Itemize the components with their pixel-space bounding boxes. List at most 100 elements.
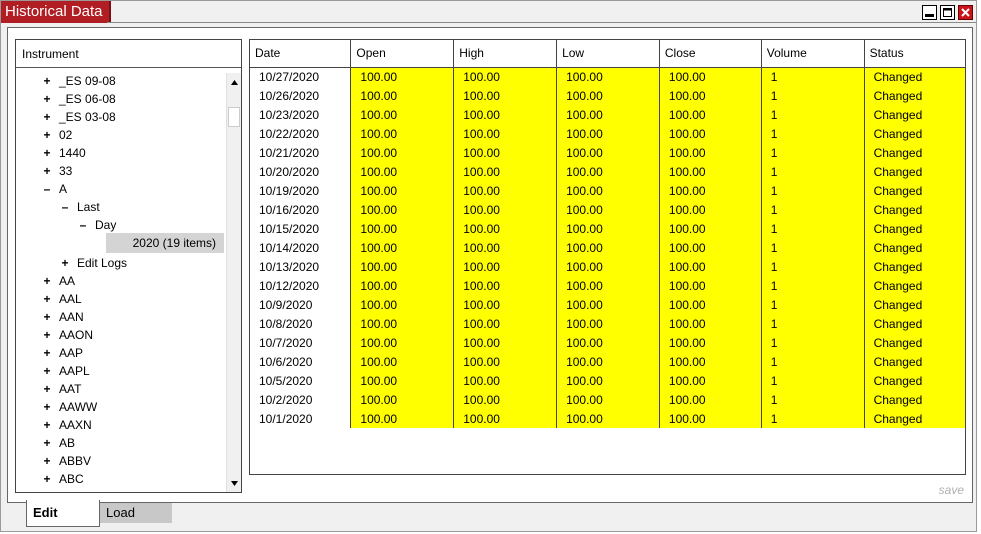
cell-volume[interactable]: 1 bbox=[760, 238, 865, 257]
tab-load[interactable]: Load bbox=[100, 503, 172, 523]
cell-status[interactable]: Changed bbox=[863, 200, 965, 219]
cell-status[interactable]: Changed bbox=[863, 257, 965, 276]
cell-status[interactable]: Changed bbox=[863, 390, 965, 409]
cell-low[interactable]: 100.00 bbox=[556, 276, 660, 295]
cell-low[interactable]: 100.00 bbox=[556, 371, 660, 390]
table-row[interactable]: 10/16/2020 100.00 100.00 100.00 100.00 1 Chang… bbox=[250, 200, 965, 219]
cell-date[interactable]: 10/19/2020 bbox=[250, 181, 351, 200]
cell-high[interactable]: 100.00 bbox=[453, 352, 557, 371]
expand-icon[interactable]: + bbox=[42, 162, 52, 180]
cell-close[interactable]: 100.00 bbox=[658, 295, 762, 314]
cell-close[interactable]: 100.00 bbox=[658, 162, 762, 181]
cell-status[interactable]: Changed bbox=[863, 86, 965, 105]
tab-edit[interactable]: Edit bbox=[26, 500, 100, 527]
expand-icon[interactable]: + bbox=[42, 434, 52, 452]
cell-close[interactable]: 100.00 bbox=[658, 124, 762, 143]
cell-low[interactable]: 100.00 bbox=[556, 219, 660, 238]
cell-close[interactable]: 100.00 bbox=[658, 390, 762, 409]
minimize-icon[interactable] bbox=[922, 5, 937, 20]
tree-item[interactable]: + AAPL bbox=[42, 362, 89, 380]
expand-icon[interactable]: + bbox=[42, 344, 52, 362]
table-row[interactable]: 10/13/2020 100.00 100.00 100.00 100.00 1 Chang… bbox=[250, 257, 965, 276]
expand-icon[interactable]: + bbox=[42, 326, 52, 344]
table-row[interactable]: 10/8/2020 100.00 100.00 100.00 100.00 1 Change… bbox=[250, 314, 965, 333]
cell-open[interactable]: 100.00 bbox=[350, 181, 454, 200]
cell-open[interactable]: 100.00 bbox=[350, 86, 454, 105]
collapse-icon[interactable]: – bbox=[78, 216, 88, 234]
expand-icon[interactable]: + bbox=[42, 362, 52, 380]
cell-low[interactable]: 100.00 bbox=[556, 86, 660, 105]
expand-icon[interactable]: + bbox=[42, 126, 52, 144]
maximize-icon[interactable] bbox=[940, 5, 955, 20]
expand-icon[interactable]: + bbox=[42, 90, 52, 108]
tree-item[interactable]: +1440 bbox=[42, 144, 85, 162]
expand-icon[interactable]: + bbox=[42, 308, 52, 326]
cell-date[interactable]: 10/26/2020 bbox=[250, 86, 351, 105]
tree-item[interactable]: + AB bbox=[42, 434, 75, 452]
cell-close[interactable]: 100.00 bbox=[658, 181, 762, 200]
table-row[interactable]: 10/2/2020 100.00 100.00 100.00 100.00 1 Change… bbox=[250, 390, 965, 409]
cell-volume[interactable]: 1 bbox=[760, 295, 865, 314]
cell-high[interactable]: 100.00 bbox=[453, 105, 557, 124]
cell-close[interactable]: 100.00 bbox=[658, 276, 762, 295]
expand-icon[interactable]: + bbox=[42, 290, 52, 308]
table-row[interactable]: 10/7/2020 100.00 100.00 100.00 100.00 1 Change… bbox=[250, 333, 965, 352]
table-row[interactable]: 10/6/2020 100.00 100.00 100.00 100.00 1 Change… bbox=[250, 352, 965, 371]
cell-volume[interactable]: 1 bbox=[760, 371, 865, 390]
cell-date[interactable]: 10/27/2020 bbox=[250, 67, 351, 86]
cell-open[interactable]: 100.00 bbox=[350, 409, 454, 428]
table-row[interactable]: 10/5/2020 100.00 100.00 100.00 100.00 1 Change… bbox=[250, 371, 965, 390]
collapse-icon[interactable]: – bbox=[42, 180, 52, 198]
tree-item[interactable]: + AAT bbox=[42, 380, 81, 398]
cell-close[interactable]: 100.00 bbox=[658, 409, 762, 428]
cell-date[interactable]: 10/8/2020 bbox=[250, 314, 351, 333]
cell-status[interactable]: Changed bbox=[863, 314, 965, 333]
cell-date[interactable]: 10/22/2020 bbox=[250, 124, 351, 143]
cell-open[interactable]: 100.00 bbox=[350, 124, 454, 143]
column-header-low[interactable]: Low bbox=[556, 40, 660, 68]
tree-item[interactable]: + AAON bbox=[42, 326, 93, 344]
cell-status[interactable]: Changed bbox=[863, 105, 965, 124]
cell-volume[interactable]: 1 bbox=[760, 314, 865, 333]
cell-date[interactable]: 10/16/2020 bbox=[250, 200, 351, 219]
table-row[interactable]: 10/26/2020 100.00 100.00 100.00 100.00 1 Chang… bbox=[250, 86, 965, 105]
tree-item[interactable]: + ABBV bbox=[42, 452, 91, 470]
tree-item[interactable]: + AAP bbox=[42, 344, 83, 362]
cell-open[interactable]: 100.00 bbox=[350, 143, 454, 162]
cell-close[interactable]: 100.00 bbox=[658, 200, 762, 219]
cell-close[interactable]: 100.00 bbox=[658, 238, 762, 257]
cell-volume[interactable]: 1 bbox=[760, 105, 865, 124]
cell-low[interactable]: 100.00 bbox=[556, 181, 660, 200]
cell-high[interactable]: 100.00 bbox=[453, 314, 557, 333]
cell-date[interactable]: 10/2/2020 bbox=[250, 390, 351, 409]
tree-item[interactable]: + AAWW bbox=[42, 398, 97, 416]
cell-volume[interactable]: 1 bbox=[760, 181, 865, 200]
cell-status[interactable]: Changed bbox=[863, 143, 965, 162]
cell-open[interactable]: 100.00 bbox=[350, 162, 454, 181]
table-row[interactable]: 10/21/2020 100.00 100.00 100.00 100.00 1 Chang… bbox=[250, 143, 965, 162]
cell-close[interactable]: 100.00 bbox=[658, 257, 762, 276]
column-header-close[interactable]: Close bbox=[659, 40, 762, 68]
table-row[interactable]: 10/19/2020 100.00 100.00 100.00 100.00 1 Chang… bbox=[250, 181, 965, 200]
cell-low[interactable]: 100.00 bbox=[556, 409, 660, 428]
cell-close[interactable]: 100.00 bbox=[658, 371, 762, 390]
table-row[interactable]: 10/27/2020 100.00 100.00 100.00 100.00 1 Chang… bbox=[250, 67, 965, 86]
cell-status[interactable]: Changed bbox=[863, 67, 965, 86]
cell-volume[interactable]: 1 bbox=[760, 352, 865, 371]
tree-item[interactable]: – A bbox=[42, 180, 67, 198]
tree-item[interactable]: + AAN bbox=[42, 308, 83, 326]
cell-open[interactable]: 100.00 bbox=[350, 200, 454, 219]
cell-high[interactable]: 100.00 bbox=[453, 162, 557, 181]
cell-low[interactable]: 100.00 bbox=[556, 295, 660, 314]
cell-open[interactable]: 100.00 bbox=[350, 219, 454, 238]
expand-icon[interactable]: + bbox=[42, 398, 52, 416]
cell-open[interactable]: 100.00 bbox=[350, 390, 454, 409]
cell-low[interactable]: 100.00 bbox=[556, 238, 660, 257]
cell-low[interactable]: 100.00 bbox=[556, 390, 660, 409]
cell-status[interactable]: Changed bbox=[863, 124, 965, 143]
cell-status[interactable]: Changed bbox=[863, 352, 965, 371]
cell-low[interactable]: 100.00 bbox=[556, 200, 660, 219]
cell-low[interactable]: 100.00 bbox=[556, 257, 660, 276]
table-row[interactable]: 10/9/2020 100.00 100.00 100.00 100.00 1 Change… bbox=[250, 295, 965, 314]
cell-volume[interactable]: 1 bbox=[760, 67, 865, 86]
